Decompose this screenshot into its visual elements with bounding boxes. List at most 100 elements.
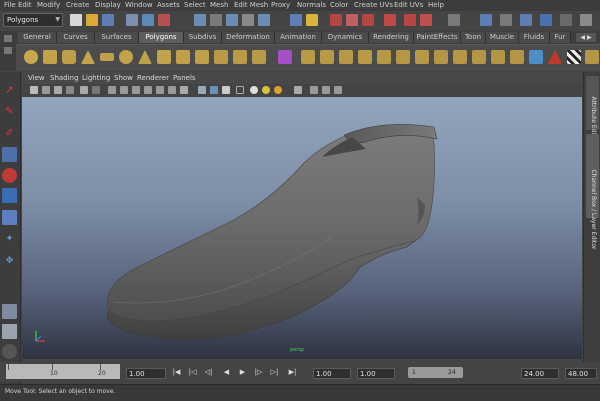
go-to-start-icon[interactable]: |◀ [172, 368, 181, 377]
select-tool-icon[interactable]: ➚ [2, 82, 17, 97]
layer-editor-toggle-icon[interactable] [540, 14, 552, 26]
extrude-icon[interactable] [320, 50, 334, 64]
make-live-icon[interactable] [258, 14, 270, 26]
play-forwards-icon[interactable]: ▶ [238, 368, 247, 377]
shelf-menu-icon[interactable] [4, 35, 12, 42]
poly-cylinder-icon[interactable] [62, 50, 76, 64]
offset-edge-loop-icon[interactable] [415, 50, 429, 64]
tab-muscle[interactable]: Muscle [486, 32, 519, 43]
time-slider[interactable]: 10 20 [6, 364, 120, 379]
menu-set-dropdown[interactable]: Polygons ▼ [3, 13, 63, 27]
save-scene-icon[interactable] [102, 14, 114, 26]
render-settings-icon[interactable] [362, 14, 374, 26]
snap-point-icon[interactable] [226, 14, 238, 26]
film-gate-icon[interactable] [92, 86, 100, 94]
split-polygon-icon[interactable] [377, 50, 391, 64]
play-backwards-icon[interactable]: ◀ [222, 368, 231, 377]
menu-normals[interactable]: Normals [297, 1, 326, 10]
tab-rendering[interactable]: Rendering [369, 32, 414, 43]
tab-deformation[interactable]: Deformation [222, 32, 275, 43]
soft-modification-icon[interactable]: ✦ [2, 232, 17, 247]
channel-box-tab[interactable]: Channel Box / Layer Editor [586, 134, 599, 249]
new-scene-icon[interactable] [70, 14, 82, 26]
end-time-field[interactable]: 24.00 [521, 368, 559, 379]
shadows-icon[interactable] [236, 86, 244, 94]
go-to-end-icon[interactable]: ▶| [288, 368, 297, 377]
poly-cube-icon[interactable] [43, 50, 57, 64]
gate-mask-icon[interactable] [120, 86, 128, 94]
tab-dynamics[interactable]: Dynamics [322, 32, 369, 43]
menu-create-uvs[interactable]: Create UVs [354, 1, 393, 10]
isolate-select-icon[interactable] [250, 86, 258, 94]
bridge-icon[interactable] [339, 50, 353, 64]
poly-sphere-icon[interactable] [24, 50, 38, 64]
combine-icon[interactable] [176, 50, 190, 64]
panel-menu-lighting[interactable]: Lighting [82, 73, 110, 83]
bevel-icon[interactable] [453, 50, 467, 64]
layout-single-pane-icon[interactable] [2, 304, 17, 319]
tab-toon[interactable]: Toon [461, 32, 486, 43]
snap-plane-icon[interactable] [242, 14, 254, 26]
hypershade-icon[interactable] [404, 14, 416, 26]
step-back-frame-icon[interactable]: ◁| [204, 368, 213, 377]
tab-general[interactable]: General [18, 32, 57, 43]
wireframe-on-shaded-icon[interactable] [198, 86, 206, 94]
ipr-render-icon[interactable] [346, 14, 358, 26]
high-quality-icon[interactable] [310, 86, 318, 94]
safe-title-icon[interactable] [156, 86, 164, 94]
tab-painteffects[interactable]: PaintEffects [414, 32, 461, 43]
lasso-tool-icon[interactable]: ✎ [2, 104, 17, 119]
start-time-field[interactable]: 1.00 [313, 368, 351, 379]
select-component-icon[interactable] [158, 14, 170, 26]
tab-polygons[interactable]: Polygons [139, 32, 184, 43]
panel-layout-icon[interactable] [580, 14, 592, 26]
outliner-toggle-icon[interactable] [560, 14, 572, 26]
extract-icon[interactable] [214, 50, 228, 64]
collapse-icon[interactable] [491, 50, 505, 64]
range-slider[interactable]: 1 24 [408, 367, 463, 378]
resolution-gate-icon[interactable] [108, 86, 116, 94]
poly-torus-icon[interactable] [119, 50, 133, 64]
tab-fluids[interactable]: Fluids [519, 32, 550, 43]
open-scene-icon[interactable] [86, 14, 98, 26]
step-back-key-icon[interactable]: |◁ [188, 368, 197, 377]
checker-icon[interactable] [567, 50, 581, 64]
menu-color[interactable]: Color [330, 1, 348, 10]
menu-edit-uvs[interactable]: Edit UVs [394, 1, 423, 10]
channel-box-toggle-icon[interactable] [520, 14, 532, 26]
append-polygon-icon[interactable] [358, 50, 372, 64]
use-all-lights-icon[interactable] [222, 86, 230, 94]
menu-edit-mesh[interactable]: Edit Mesh [234, 1, 268, 10]
menu-mesh[interactable]: Mesh [210, 1, 228, 10]
safe-action-icon[interactable] [144, 86, 152, 94]
boolean-icon[interactable] [233, 50, 247, 64]
tab-fur[interactable]: Fur [550, 32, 571, 43]
bookmarks-icon[interactable] [54, 86, 62, 94]
tab-animation[interactable]: Animation [275, 32, 322, 43]
xray-icon[interactable] [262, 86, 270, 94]
step-forward-frame-icon[interactable]: |▷ [254, 368, 263, 377]
menu-modify[interactable]: Modify [37, 1, 60, 10]
poly-pyramid-icon[interactable] [138, 50, 152, 64]
history-icon[interactable] [290, 14, 302, 26]
sculpt-geometry-icon[interactable] [434, 50, 448, 64]
menu-select[interactable]: Select [184, 1, 206, 10]
input-field-icon[interactable] [448, 14, 460, 26]
insert-edge-loop-icon[interactable] [396, 50, 410, 64]
move-tool-icon[interactable] [2, 147, 17, 162]
attribute-editor-tab[interactable]: Attribute Editor [586, 76, 599, 143]
menu-create[interactable]: Create [66, 1, 89, 10]
poly-cone-icon[interactable] [81, 50, 95, 64]
rotate-tool-icon[interactable] [2, 168, 17, 183]
layout-four-panes-icon[interactable] [2, 324, 17, 339]
snap-grid-icon[interactable] [194, 14, 206, 26]
panel-menu-shading[interactable]: Shading [50, 73, 78, 83]
panel-menu-panels[interactable]: Panels [173, 73, 196, 83]
uv-editor-icon[interactable] [548, 50, 562, 64]
smooth-icon[interactable] [252, 50, 266, 64]
snap-curve-icon[interactable] [210, 14, 222, 26]
menu-proxy[interactable]: Proxy [271, 1, 290, 10]
wireframe-icon[interactable] [168, 86, 176, 94]
planar-mapping-icon[interactable] [529, 50, 543, 64]
grid-icon[interactable] [80, 86, 88, 94]
